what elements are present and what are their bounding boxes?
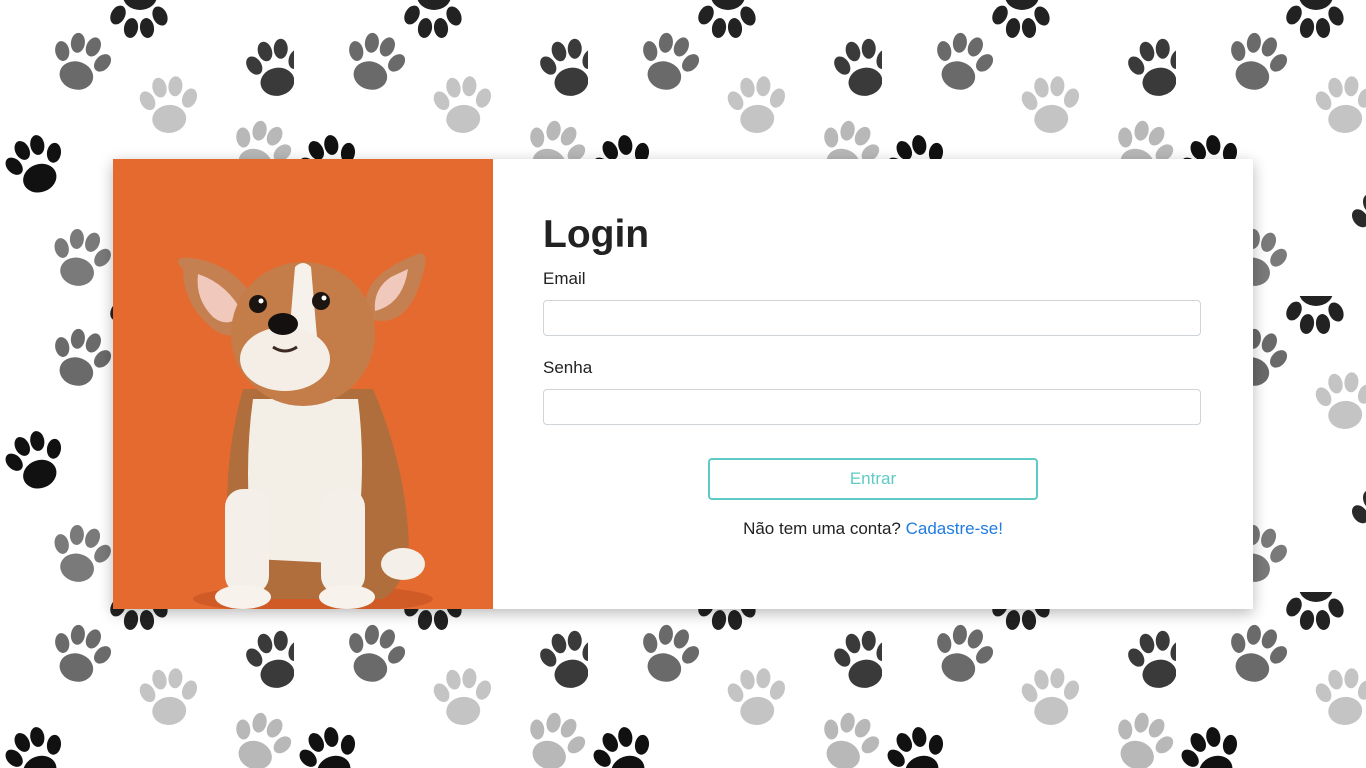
signup-prompt: Não tem uma conta? Cadastre-se! xyxy=(493,519,1253,539)
puppy-photo xyxy=(113,159,493,609)
password-label: Senha xyxy=(543,358,593,377)
page-title: Login xyxy=(543,213,650,256)
signup-link[interactable]: Cadastre-se! xyxy=(906,519,1003,538)
email-label: Email xyxy=(543,269,586,288)
password-field[interactable] xyxy=(543,389,1201,425)
email-field[interactable] xyxy=(543,300,1201,336)
signup-prompt-text: Não tem uma conta? xyxy=(743,519,906,538)
login-form: Login Email Senha Entrar Não tem uma con… xyxy=(493,159,1253,609)
login-card: Login Email Senha Entrar Não tem uma con… xyxy=(113,159,1253,609)
login-button[interactable]: Entrar xyxy=(708,458,1038,500)
